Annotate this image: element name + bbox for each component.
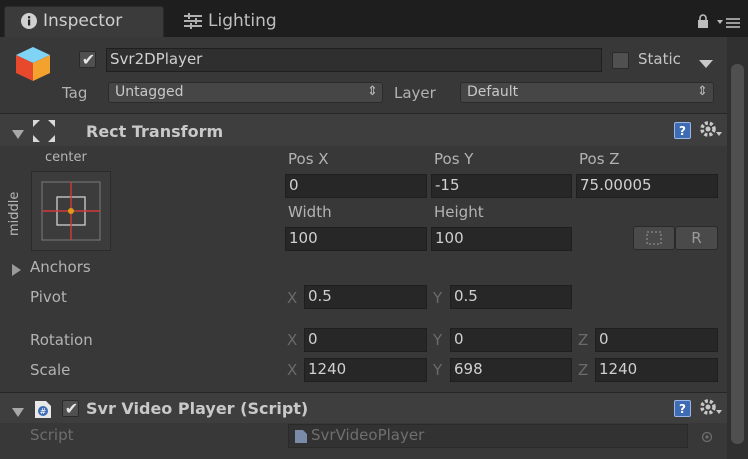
rect-transform-title: Rect Transform [86, 122, 224, 141]
menu-icon[interactable] [717, 16, 741, 30]
check-icon: ✔ [64, 399, 79, 418]
blueprint-mode-button[interactable] [633, 226, 675, 250]
gameobject-cube-icon [14, 45, 52, 83]
layer-value: Default [467, 84, 519, 100]
foldout-open-icon[interactable] [12, 126, 24, 139]
video-player-enabled-checkbox[interactable]: ✔ [62, 400, 79, 417]
svg-text:#: # [40, 407, 47, 416]
lighting-sliders-icon [183, 12, 203, 30]
scale-z-field[interactable]: 1240 [595, 358, 718, 382]
check-icon: ✔ [81, 50, 96, 69]
object-picker-icon[interactable] [701, 429, 713, 443]
width-field[interactable]: 100 [285, 227, 427, 251]
pivot-y-axis-label: Y [433, 289, 443, 307]
scale-z-axis-label: Z [578, 361, 589, 379]
pivot-y-field[interactable]: 0.5 [450, 285, 572, 309]
gear-icon[interactable] [699, 398, 723, 418]
pivot-label: Pivot [30, 288, 67, 306]
scale-label: Scale [30, 361, 71, 379]
rotation-z-field[interactable]: 0 [595, 328, 718, 352]
pos-x-field[interactable]: 0 [285, 174, 427, 198]
width-label: Width [288, 203, 332, 221]
scale-y-axis-label: Y [433, 361, 443, 379]
height-label: Height [434, 203, 484, 221]
raw-edit-button[interactable]: R [675, 226, 718, 250]
rotation-label: Rotation [30, 331, 93, 349]
tag-value: Untagged [115, 84, 184, 100]
height-field[interactable]: 100 [431, 227, 572, 251]
pos-y-label: Pos Y [434, 150, 474, 168]
pos-x-label: Pos X [288, 150, 329, 168]
tag-dropdown[interactable]: Untagged [108, 82, 383, 103]
rotation-z-axis-label: Z [578, 331, 589, 349]
static-dropdown-arrow-icon[interactable] [699, 55, 713, 68]
rotation-y-axis-label: Y [433, 331, 443, 349]
anchor-vertical-label-wrap: middle [7, 186, 25, 236]
tag-label: Tag [62, 84, 88, 102]
foldout-open-icon[interactable] [12, 404, 24, 417]
pos-y-field[interactable]: -15 [431, 174, 572, 198]
scale-x-axis-label: X [287, 361, 298, 379]
rotation-y-field[interactable]: 0 [450, 328, 572, 352]
blueprint-icon [646, 231, 662, 245]
static-checkbox[interactable] [612, 52, 629, 69]
video-player-title: Svr Video Player (Script) [86, 399, 309, 418]
pos-z-label: Pos Z [579, 150, 620, 168]
csharp-script-icon: # [34, 400, 52, 419]
help-icon[interactable]: ? [674, 122, 691, 139]
anchor-preset-button[interactable] [31, 171, 111, 251]
pos-z-field[interactable]: 75.00005 [576, 174, 718, 198]
tab-lighting[interactable]: Lighting [208, 11, 277, 31]
script-asset-icon [294, 429, 308, 444]
scrollbar-thumb[interactable] [731, 64, 744, 444]
tag-dropdown-arrows-icon: ⇕ [367, 84, 378, 99]
pivot-x-field[interactable]: 0.5 [304, 285, 427, 309]
pivot-x-axis-label: X [287, 289, 298, 307]
rect-transform-icon [31, 118, 57, 144]
gear-icon[interactable] [699, 120, 723, 140]
help-icon[interactable]: ? [674, 400, 691, 417]
rotation-x-field[interactable]: 0 [304, 328, 427, 352]
info-icon [20, 12, 38, 30]
layer-label: Layer [394, 84, 436, 102]
anchor-vertical-label: middle [7, 191, 22, 236]
layer-dropdown-arrows-icon: ⇕ [697, 84, 708, 99]
anchors-label[interactable]: Anchors [30, 258, 91, 276]
layer-dropdown[interactable]: Default [460, 82, 714, 103]
script-label: Script [30, 426, 74, 444]
lock-icon[interactable] [697, 14, 709, 28]
scale-x-field[interactable]: 1240 [304, 358, 427, 382]
script-value: SvrVideoPlayer [311, 426, 425, 444]
static-label[interactable]: Static [638, 50, 681, 68]
rotation-x-axis-label: X [287, 331, 298, 349]
object-name-field[interactable]: Svr2DPlayer [106, 48, 602, 72]
active-checkbox[interactable]: ✔ [79, 51, 96, 68]
anchors-foldout-icon[interactable] [12, 262, 22, 276]
tab-inspector-label: Inspector [43, 11, 123, 31]
anchor-horizontal-label: center [45, 150, 87, 165]
scale-y-field[interactable]: 698 [450, 358, 572, 382]
